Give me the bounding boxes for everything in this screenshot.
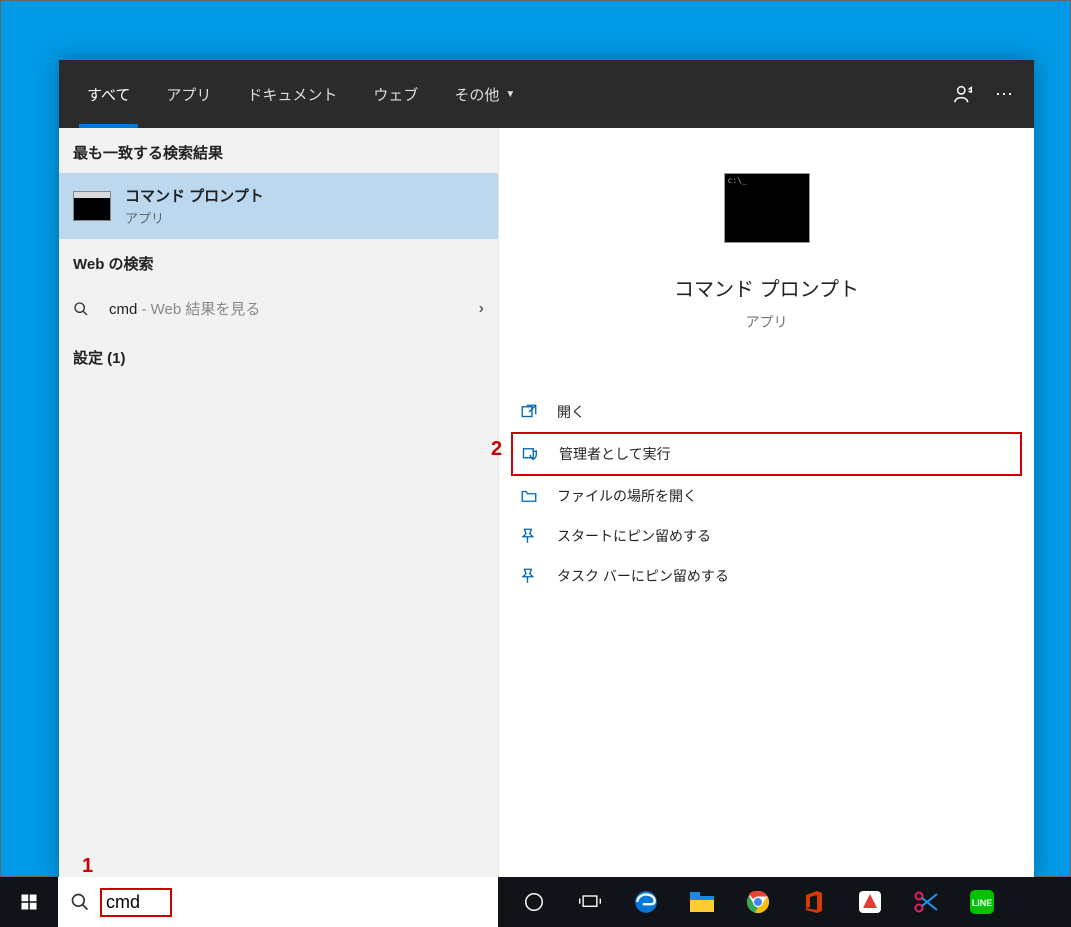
taskbar-edge[interactable] [618,877,674,927]
feedback-icon[interactable] [944,74,984,114]
web-result-text: cmd - Web 結果を見る [109,298,479,319]
folder-icon [519,486,539,506]
chevron-right-icon: › [479,300,484,318]
taskbar-taskview[interactable] [562,877,618,927]
taskbar: 1 LINE [0,877,1071,927]
tab-more[interactable]: その他▼ [436,60,533,128]
cmd-thumbnail-icon [73,191,111,221]
search-icon [70,892,90,912]
best-match-label: 最も一致する検索結果 [59,128,498,173]
action-pin-start[interactable]: スタートにピン留めする [511,516,1022,556]
svg-text:LINE: LINE [972,898,993,908]
pin-icon [519,566,539,586]
annotation-1: 1 [82,855,93,878]
admin-shield-icon [521,444,541,464]
open-icon [519,402,539,422]
results-left-column: 最も一致する検索結果 コマンド プロンプト アプリ Web の検索 cmd - … [59,128,499,877]
action-open-label: 開く [557,402,585,422]
settings-label[interactable]: 設定 (1) [59,333,498,378]
result-command-prompt[interactable]: コマンド プロンプト アプリ [59,173,498,239]
result-title: コマンド プロンプト [125,185,264,206]
taskbar-chrome[interactable] [730,877,786,927]
action-open-location-label: ファイルの場所を開く [557,486,697,506]
action-run-as-admin-label: 管理者として実行 [559,444,671,464]
details-right-column: コマンド プロンプト アプリ 開く 2 管理者として実行 ファイルの場所を開く [499,128,1034,877]
taskbar-explorer[interactable] [674,877,730,927]
search-results-panel: すべて アプリ ドキュメント ウェブ その他▼ ⋯ 最も一致する検索結果 コマン… [59,60,1034,877]
tab-documents[interactable]: ドキュメント [229,60,355,128]
web-search-label: Web の検索 [59,239,498,284]
annotation-2: 2 [491,438,502,461]
search-input[interactable] [106,892,166,913]
action-list: 開く 2 管理者として実行 ファイルの場所を開く スタートにピン留めする [499,392,1034,596]
action-open[interactable]: 開く [511,392,1022,432]
web-search-result[interactable]: cmd - Web 結果を見る › [59,284,498,333]
action-pin-taskbar[interactable]: タスク バーにピン留めする [511,556,1022,596]
tab-apps[interactable]: アプリ [148,60,229,128]
taskbar-office[interactable] [786,877,842,927]
search-tabs-header: すべて アプリ ドキュメント ウェブ その他▼ ⋯ [59,60,1034,128]
search-icon [73,301,93,317]
taskbar-cortana[interactable] [506,877,562,927]
pin-icon [519,526,539,546]
more-options-icon[interactable]: ⋯ [984,74,1024,114]
chevron-down-icon: ▼ [505,89,515,100]
result-subtitle: アプリ [125,208,264,227]
tab-all[interactable]: すべて [69,60,148,128]
taskbar-line[interactable]: LINE [954,877,1010,927]
taskbar-search-box[interactable]: 1 [58,877,498,927]
action-pin-taskbar-label: タスク バーにピン留めする [557,566,729,586]
action-run-as-admin[interactable]: 管理者として実行 [511,432,1022,476]
panel-body: 最も一致する検索結果 コマンド プロンプト アプリ Web の検索 cmd - … [59,128,1034,877]
action-pin-start-label: スタートにピン留めする [557,526,711,546]
start-button[interactable] [0,877,58,927]
cmd-large-icon [724,173,810,243]
taskbar-snip[interactable] [898,877,954,927]
taskbar-app-red[interactable] [842,877,898,927]
details-subtitle: アプリ [746,312,788,332]
details-title: コマンド プロンプト [674,273,859,302]
action-open-location[interactable]: ファイルの場所を開く [511,476,1022,516]
tab-web[interactable]: ウェブ [355,60,436,128]
